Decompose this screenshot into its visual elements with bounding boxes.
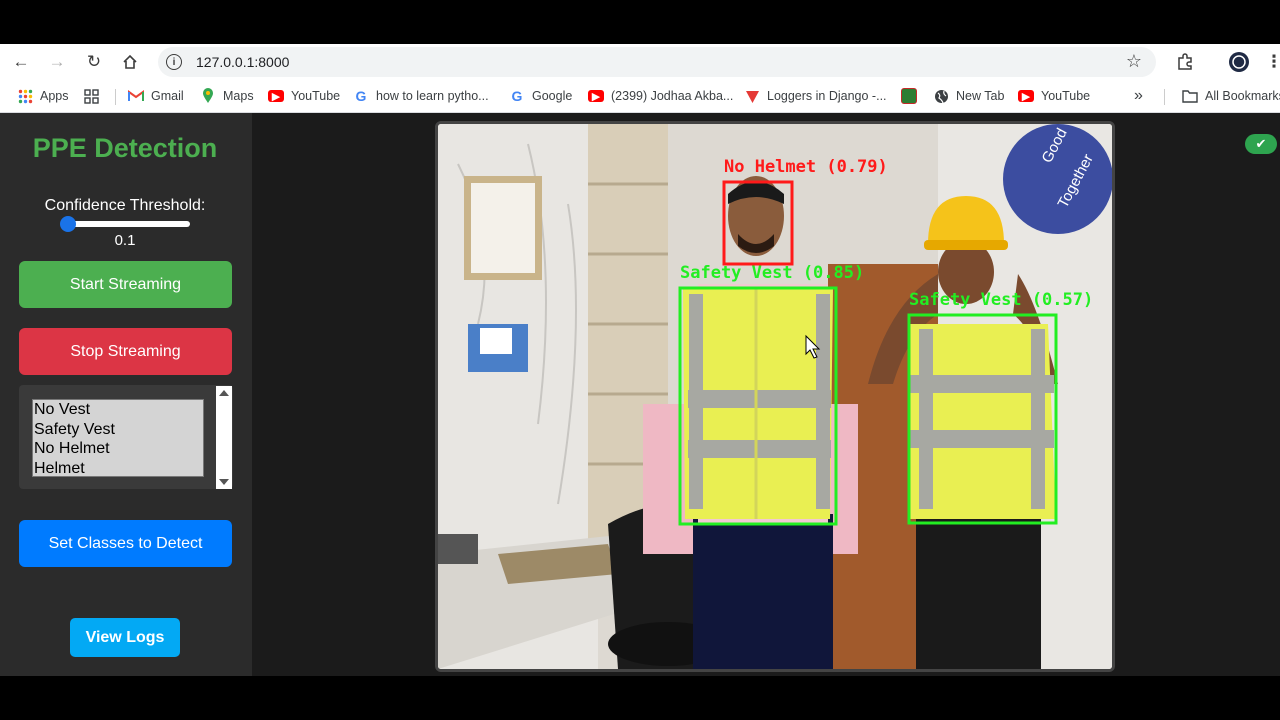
bookmark-loggers-django[interactable]: Loggers in Django -...	[744, 86, 887, 106]
bookmark-label: All Bookmarks	[1205, 89, 1280, 103]
screen: ← → ↻ i 127.0.0.1:8000 ☆ ⋮ Apps Gmail Ma…	[0, 0, 1280, 720]
app-content: PPE Detection Confidence Threshold: 0.1 …	[0, 113, 1280, 676]
page-title: PPE Detection	[32, 133, 218, 163]
status-check-icon: ✔	[1245, 134, 1277, 154]
apps-grid-icon	[17, 88, 33, 104]
view-logs-button[interactable]: View Logs	[70, 618, 180, 657]
bookmark-label: how to learn pytho...	[376, 89, 489, 103]
bookmark-label: New Tab	[956, 89, 1005, 103]
youtube-icon: ▶	[268, 90, 284, 103]
triangle-icon	[744, 88, 760, 104]
threshold-label: Confidence Threshold:	[44, 197, 206, 214]
youtube-icon: ▶	[1018, 90, 1034, 103]
globe-icon	[933, 88, 949, 104]
browser-menu-icon[interactable]: ⋮	[1262, 50, 1280, 74]
safety-vest-detection-label-1: Safety Vest (0.85)	[680, 263, 864, 283]
bookmark-all-bookmarks[interactable]: All Bookmarks	[1182, 86, 1280, 106]
profile-avatar-icon[interactable]	[1227, 50, 1251, 74]
bookmark-divider	[1164, 89, 1165, 105]
maps-pin-icon	[200, 88, 216, 104]
gmail-icon	[128, 88, 144, 104]
scroll-up-arrow-icon[interactable]	[219, 390, 229, 396]
google-icon: G	[355, 88, 367, 104]
class-option[interactable]: No Vest	[33, 400, 203, 420]
bookmark-label: Google	[532, 89, 573, 103]
camera-frame: Good Together No Helmet (0.79) Safety Ve…	[438, 124, 1112, 669]
scroll-down-arrow-icon[interactable]	[219, 479, 229, 485]
address-bar[interactable]: i 127.0.0.1:8000 ☆	[158, 47, 1156, 77]
bookmark-jodhaa-akbar[interactable]: ▶ (2399) Jodhaa Akba...	[588, 86, 733, 106]
bookmark-apps[interactable]: Apps	[17, 86, 69, 106]
class-option[interactable]: Helmet	[33, 459, 203, 479]
bookmark-label: YouTube	[1041, 89, 1091, 103]
bookmark-favicon	[901, 88, 917, 104]
classes-listbox-container: No Vest Safety Vest No Helmet Helmet	[19, 385, 233, 489]
threshold-value: 0.1	[114, 232, 136, 249]
slider-thumb[interactable]	[60, 216, 76, 232]
bookmark-label: YouTube	[291, 89, 341, 103]
youtube-icon: ▶	[588, 90, 604, 103]
bookmark-new-tab[interactable]: New Tab	[933, 86, 1004, 106]
bookmark-divider	[115, 89, 116, 105]
grid-icon	[83, 88, 99, 104]
sidebar: PPE Detection Confidence Threshold: 0.1 …	[0, 113, 252, 676]
slider-track	[64, 221, 190, 227]
bookmark-grid[interactable]	[83, 86, 106, 106]
extensions-icon[interactable]	[1173, 50, 1197, 74]
folder-icon	[1182, 88, 1198, 104]
start-streaming-button[interactable]: Start Streaming	[19, 261, 232, 308]
google-icon: G	[511, 88, 523, 104]
bookmarks-bar: Apps Gmail Maps ▶ YouTube G how to learn	[0, 80, 1280, 113]
stop-streaming-button[interactable]: Stop Streaming	[19, 328, 232, 375]
bookmark-google[interactable]: G Google	[509, 86, 573, 106]
back-arrow-icon[interactable]: ←	[9, 50, 33, 74]
reload-icon[interactable]: ↻	[82, 50, 106, 74]
set-classes-button[interactable]: Set Classes to Detect	[19, 520, 232, 567]
no-helmet-detection-label: No Helmet (0.79)	[724, 157, 888, 177]
safety-vest-detection-label-2: Safety Vest (0.57)	[909, 290, 1093, 310]
more-bookmarks-chevron-icon[interactable]: »	[1134, 86, 1143, 106]
bookmark-how-to-learn-python[interactable]: G how to learn pytho...	[353, 86, 489, 106]
bookmark-star-icon[interactable]: ☆	[1126, 51, 1142, 72]
bookmark-label: Maps	[223, 89, 254, 103]
listbox-scrollbar[interactable]	[216, 386, 232, 489]
home-icon[interactable]	[118, 50, 142, 74]
confidence-threshold-slider[interactable]	[60, 216, 190, 232]
bookmark-youtube-2[interactable]: ▶ YouTube	[1018, 86, 1090, 106]
url-text: 127.0.0.1:8000	[196, 54, 290, 70]
bookmark-gmail[interactable]: Gmail	[128, 86, 184, 106]
bookmark-maps[interactable]: Maps	[200, 86, 254, 106]
site-info-icon[interactable]: i	[166, 54, 182, 70]
forward-arrow-icon[interactable]: →	[45, 50, 69, 74]
bookmark-favicon-only[interactable]	[901, 86, 924, 106]
bookmark-label: Loggers in Django -...	[767, 89, 887, 103]
class-option[interactable]: Safety Vest	[33, 420, 203, 440]
bookmark-label: Apps	[40, 89, 69, 103]
bookmark-label: Gmail	[151, 89, 184, 103]
video-stream: Good Together No Helmet (0.79) Safety Ve…	[435, 121, 1115, 672]
class-option[interactable]: No Helmet	[33, 439, 203, 459]
browser-toolbar: ← → ↻ i 127.0.0.1:8000 ☆ ⋮	[0, 44, 1280, 80]
bookmark-label: (2399) Jodhaa Akba...	[611, 89, 734, 103]
classes-multiselect[interactable]: No Vest Safety Vest No Helmet Helmet	[32, 399, 204, 477]
bookmark-youtube[interactable]: ▶ YouTube	[268, 86, 340, 106]
